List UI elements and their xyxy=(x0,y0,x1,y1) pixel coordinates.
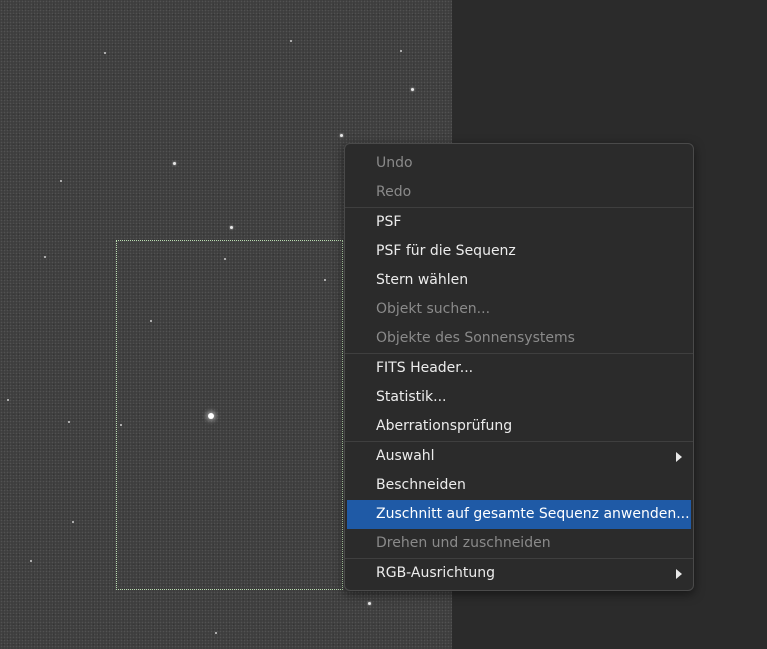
star xyxy=(340,134,343,137)
menu-item-pick-star[interactable]: Stern wählen xyxy=(345,266,693,295)
submenu-arrow-icon xyxy=(676,569,682,579)
menu-item-crop[interactable]: Beschneiden xyxy=(345,471,693,500)
star xyxy=(230,226,233,229)
menu-item-rgb-align[interactable]: RGB-Ausrichtung xyxy=(345,559,693,588)
star xyxy=(72,521,74,523)
menu-item-undo[interactable]: Undo xyxy=(345,149,693,178)
star xyxy=(7,399,9,401)
selection-rectangle[interactable] xyxy=(116,240,343,590)
star xyxy=(411,88,414,91)
menu-item-label: RGB-Ausrichtung xyxy=(376,565,496,581)
menu-item-rotate-crop[interactable]: Drehen und zuschneiden xyxy=(345,529,693,558)
star xyxy=(368,602,371,605)
menu-item-selection[interactable]: Auswahl xyxy=(345,442,693,471)
star xyxy=(68,421,70,423)
menu-item-psf-sequence[interactable]: PSF für die Sequenz xyxy=(345,237,693,266)
menu-item-aberration-inspector[interactable]: Aberrationsprüfung xyxy=(345,412,693,441)
context-menu: Undo Redo PSF PSF für die Sequenz Stern … xyxy=(344,143,694,591)
menu-item-psf[interactable]: PSF xyxy=(345,208,693,237)
submenu-arrow-icon xyxy=(676,452,682,462)
menu-item-label: Auswahl xyxy=(376,448,435,464)
star xyxy=(60,180,62,182)
menu-item-statistics[interactable]: Statistik... xyxy=(345,383,693,412)
star xyxy=(44,256,46,258)
star xyxy=(215,632,217,634)
star xyxy=(173,162,176,165)
star xyxy=(290,40,292,42)
menu-item-redo[interactable]: Redo xyxy=(345,178,693,207)
menu-item-search-object[interactable]: Objekt suchen... xyxy=(345,295,693,324)
star xyxy=(104,52,106,54)
menu-item-solar-system-objects[interactable]: Objekte des Sonnensystems xyxy=(345,324,693,353)
menu-item-fits-header[interactable]: FITS Header... xyxy=(345,354,693,383)
star xyxy=(30,560,32,562)
menu-item-crop-sequence[interactable]: Zuschnitt auf gesamte Sequenz anwenden..… xyxy=(347,500,691,529)
star xyxy=(400,50,402,52)
